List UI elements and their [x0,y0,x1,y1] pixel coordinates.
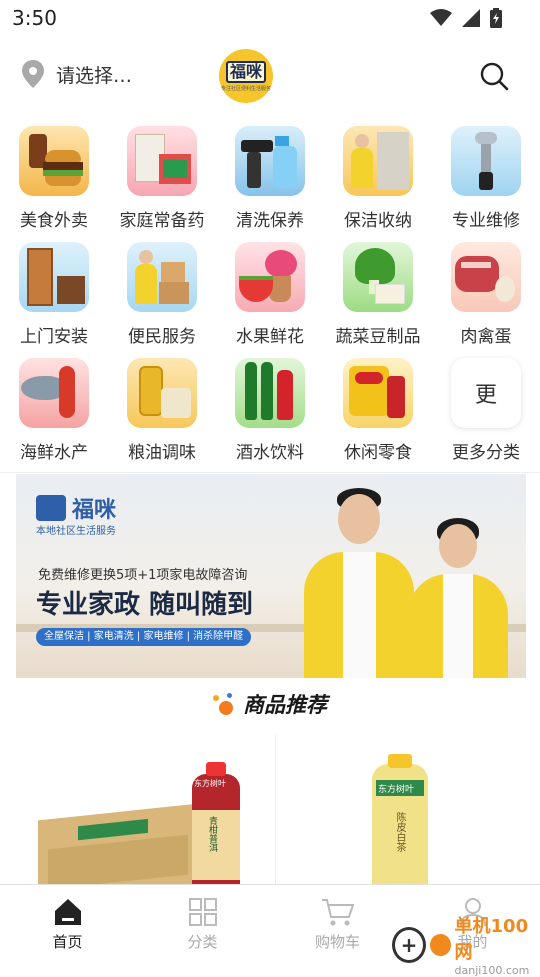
cleaning-icon [235,126,305,196]
worker-female-image [408,518,508,678]
site-watermark: + 单机100网 danji100.com [392,912,540,977]
product-name: 陈皮白茶 [394,812,405,852]
status-icons [430,8,502,28]
seafood-icon [19,358,89,428]
fruit-flower-icon [235,242,305,312]
category-fruit-flower[interactable]: 水果鲜花 [216,242,324,358]
category-snacks[interactable]: 休闲零食 [324,358,432,474]
status-time: 3:50 [12,6,57,30]
category-meat-egg[interactable]: 肉禽蛋 [432,242,540,358]
watermark-ball-icon [430,933,451,956]
category-label: 粮油调味 [128,443,196,463]
banner-brand-sub: 本地社区生活服务 [36,526,116,537]
tab-label: 分类 [187,933,218,951]
banner-service-tags: 全屋保洁 | 家电清洗 | 家电维修 | 消杀除甲醛 [36,628,252,646]
category-grid: 美食外卖 家庭常备药 清洗保养 保洁收纳 专业维修 上门安装 便民服务 水果鲜花… [0,126,540,474]
worker-male-image [304,488,414,678]
watermark-plus-icon: + [392,926,426,963]
product-brand: 东方树叶 [378,785,415,795]
product-bottle-image: 东方树叶 陈皮白茶 [372,754,428,884]
tab-category[interactable]: 分类 [135,885,270,960]
category-food[interactable]: 美食外卖 [0,126,108,242]
category-label: 休闲零食 [344,443,412,463]
product-list: 青柑普洱 东方树叶 东方树叶 陈皮白茶 [16,734,524,884]
promo-banner[interactable]: 福咪 本地社区生活服务 免费维修更换5项+1项家电故障咨询 专业家政 随叫随到 … [16,474,526,678]
tab-cart[interactable]: 购物车 [270,885,405,960]
title-decoration-icon [213,693,235,715]
product-bottle-image: 青柑普洱 东方树叶 [192,762,240,884]
category-label: 清洗保养 [236,211,304,231]
signal-icon [462,9,480,27]
grain-oil-icon [127,358,197,428]
watermark-text: 单机100网 [454,916,529,963]
location-pin-icon [22,60,44,88]
home-icon [54,899,81,925]
category-housekeeping[interactable]: 保洁收纳 [324,126,432,242]
category-label: 更多分类 [452,443,520,463]
tab-label: 首页 [52,933,83,951]
tab-label: 购物车 [314,933,360,951]
battery-icon [490,8,502,28]
snacks-icon [343,358,413,428]
search-icon[interactable] [478,60,510,92]
category-cleaning[interactable]: 清洗保养 [216,126,324,242]
banner-subheadline: 免费维修更换5项+1项家电故障咨询 [38,568,248,583]
section-title-text: 商品推荐 [243,693,327,717]
wifi-icon [430,9,452,26]
category-installation[interactable]: 上门安装 [0,242,108,358]
category-seafood[interactable]: 海鲜水产 [0,358,108,474]
status-bar: 3:50 [0,0,540,36]
category-medicine[interactable]: 家庭常备药 [108,126,216,242]
category-label: 酒水饮料 [236,443,304,463]
category-label: 肉禽蛋 [460,327,512,347]
cart-icon [321,899,354,926]
category-label: 水果鲜花 [236,327,304,347]
header: 请选择… 福咪 专注社区便利生活服务 [0,40,540,112]
tab-home[interactable]: 首页 [0,885,135,960]
convenience-icon [127,242,197,312]
divider [0,472,540,473]
food-icon [19,126,89,196]
product-name: 青柑普洱 [207,816,217,852]
category-grain-oil[interactable]: 粮油调味 [108,358,216,474]
repair-icon [451,126,521,196]
category-label: 专业维修 [452,211,520,231]
category-label: 海鲜水产 [20,443,88,463]
watermark-url: danji100.com [454,964,530,977]
product-card[interactable]: 东方树叶 陈皮白茶 [276,734,524,884]
housekeeping-icon [343,126,413,196]
logo-text: 福咪 [225,60,266,83]
brand-logo-icon [36,495,66,521]
category-label: 蔬菜豆制品 [335,327,421,347]
category-vegetable[interactable]: 蔬菜豆制品 [324,242,432,358]
banner-brand-name: 福咪 [72,498,117,523]
medicine-icon [127,126,197,196]
section-title: 商品推荐 [0,688,540,720]
banner-brand: 福咪 [36,492,116,524]
vegetable-icon [343,242,413,312]
location-text: 请选择… [56,64,133,87]
location-selector[interactable]: 请选择… [22,60,132,88]
product-card[interactable]: 青柑普洱 东方树叶 [16,734,276,884]
category-convenience[interactable]: 便民服务 [108,242,216,358]
category-repair[interactable]: 专业维修 [432,126,540,242]
drinks-icon [235,358,305,428]
category-label: 美食外卖 [20,211,88,231]
app-logo: 福咪 专注社区便利生活服务 [219,49,273,103]
more-icon: 更 [451,358,521,428]
category-label: 上门安装 [20,327,88,347]
category-label: 便民服务 [128,327,196,347]
category-more[interactable]: 更 更多分类 [432,358,540,474]
banner-headline: 专业家政 随叫随到 [36,590,254,620]
installation-icon [19,242,89,312]
meat-egg-icon [451,242,521,312]
logo-subtext: 专注社区便利生活服务 [220,85,271,92]
category-label: 家庭常备药 [119,211,205,231]
product-box-image [38,803,198,884]
category-label: 保洁收纳 [344,211,412,231]
category-grid-icon [188,898,217,926]
category-drinks[interactable]: 酒水饮料 [216,358,324,474]
product-brand: 东方树叶 [194,779,226,788]
